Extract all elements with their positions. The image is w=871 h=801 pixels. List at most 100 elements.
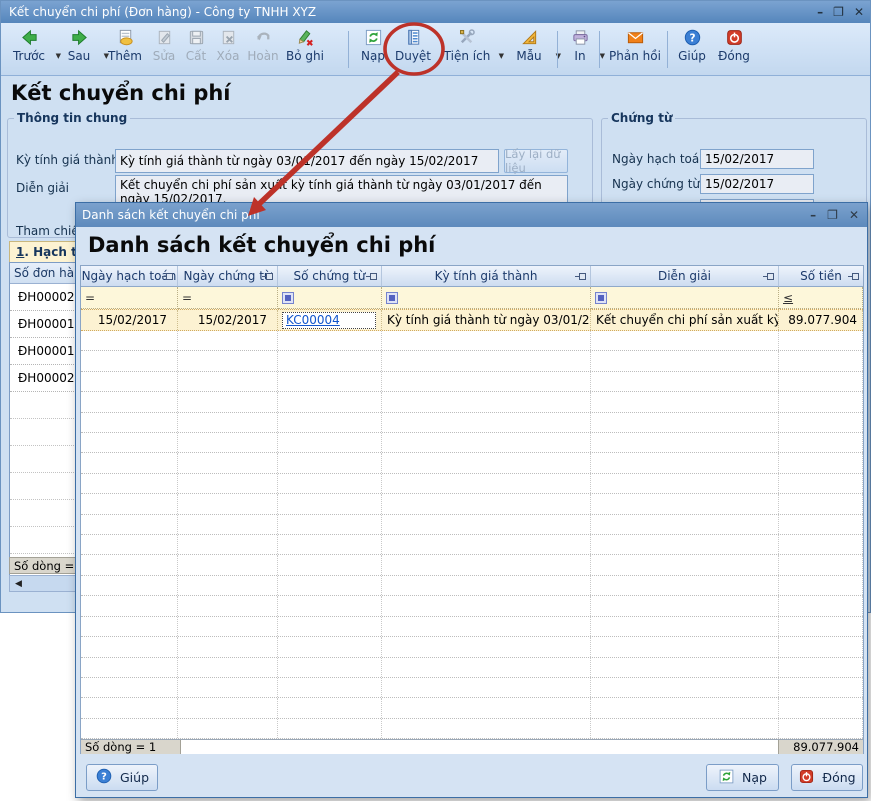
empty-cell: [591, 535, 779, 554]
pin-icon[interactable]: [370, 273, 377, 280]
grid-filter-row: = = ≤: [81, 287, 863, 309]
empty-cell: [81, 392, 178, 411]
column-header-posting-date[interactable]: Ngày hạch toán: [81, 266, 178, 287]
close-dialog-button[interactable]: Đóng: [791, 764, 863, 791]
pin-icon[interactable]: [579, 273, 586, 280]
reload-data-button[interactable]: Lấy lại dữ liệu: [504, 149, 568, 173]
column-header-voucher-date[interactable]: Ngày chứng từ: [178, 266, 278, 287]
filter-checkbox-icon[interactable]: [282, 292, 294, 304]
filter-voucher-no[interactable]: [278, 287, 382, 309]
empty-cell: [779, 372, 863, 391]
empty-cell: [81, 474, 178, 493]
column-header-amount[interactable]: Số tiền: [779, 266, 863, 287]
period-input[interactable]: Kỳ tính giá thành từ ngày 03/01/2017 đến…: [115, 149, 499, 173]
empty-row: [81, 515, 863, 535]
empty-cell: [779, 617, 863, 636]
power-icon: [725, 27, 744, 47]
close-icon[interactable]: ✕: [854, 1, 864, 23]
empty-cell: [178, 678, 278, 697]
scroll-left-icon[interactable]: ◀: [15, 579, 22, 589]
filter-period[interactable]: [382, 287, 591, 309]
toolbar-button-bo-ghi[interactable]: Bỏ ghi: [283, 27, 327, 73]
empty-row: [81, 372, 863, 392]
empty-cell: [178, 494, 278, 513]
empty-cell: [382, 515, 591, 534]
empty-cell: [278, 555, 382, 574]
help-icon: ?: [95, 767, 113, 788]
empty-row: [81, 555, 863, 575]
column-header-period[interactable]: Kỳ tính giá thành: [382, 266, 591, 287]
toolbar-button-phan-hoi[interactable]: Phản hồi: [605, 27, 665, 73]
empty-cell: [591, 555, 779, 574]
toolbar-button-mau[interactable]: Mẫu ▼: [504, 27, 554, 73]
empty-cell: [81, 433, 178, 452]
filter-checkbox-icon[interactable]: [595, 292, 607, 304]
empty-cell: [81, 331, 178, 350]
maximize-icon[interactable]: ❐: [827, 208, 838, 222]
cell-voucher-date[interactable]: 15/02/2017: [178, 310, 278, 330]
load-button[interactable]: Nạp: [706, 764, 779, 791]
toolbar-button-dong[interactable]: Đóng: [713, 27, 755, 73]
column-header-voucher-no[interactable]: Số chứng từ: [278, 266, 382, 287]
cell-period[interactable]: Kỳ tính giá thành từ ngày 03/01/2017 đ..…: [382, 310, 591, 330]
pin-icon[interactable]: [166, 273, 173, 280]
grid-data-row[interactable]: 15/02/2017 15/02/2017 KC00004 Kỳ tính gi…: [81, 309, 863, 331]
toolbar-button-truoc[interactable]: Trước ▼: [4, 27, 54, 73]
empty-row: [81, 392, 863, 412]
toolbar-button-duyet[interactable]: Duyệt: [392, 27, 434, 73]
empty-cell: [81, 617, 178, 636]
toolbar-button-nap[interactable]: Nạp: [355, 27, 391, 73]
cell-amount[interactable]: 89.077.904: [779, 310, 863, 330]
filter-posting-date[interactable]: =: [81, 287, 178, 309]
empty-cell: [278, 372, 382, 391]
toolbar-button-them[interactable]: Thêm: [105, 27, 145, 73]
edit-icon: [155, 27, 174, 47]
empty-cell: [178, 535, 278, 554]
toolbar-button-in[interactable]: In ▼: [562, 27, 598, 73]
filter-voucher-date[interactable]: =: [178, 287, 278, 309]
toolbar-button-cat: Cất: [181, 27, 211, 73]
empty-cell: [278, 351, 382, 370]
cell-description[interactable]: Kết chuyển chi phí sản xuất kỳ tín...: [591, 310, 779, 330]
pin-icon[interactable]: [767, 273, 774, 280]
help-button[interactable]: ? Giúp: [86, 764, 158, 791]
empty-cell: [779, 351, 863, 370]
minimize-icon[interactable]: –: [817, 1, 823, 23]
empty-cell: [278, 433, 382, 452]
column-header-description[interactable]: Diễn giải: [591, 266, 779, 287]
voucher-link-focus-box[interactable]: KC00004: [282, 312, 376, 329]
toolbar-button-giup[interactable]: ? Giúp: [673, 27, 711, 73]
posting-date-input[interactable]: 15/02/2017: [700, 149, 814, 169]
empty-cell: [278, 637, 382, 656]
power-icon: [798, 768, 815, 788]
pin-icon[interactable]: [266, 273, 273, 280]
empty-cell: [382, 392, 591, 411]
empty-cell: [178, 596, 278, 615]
close-icon[interactable]: ✕: [849, 208, 859, 222]
empty-cell: [382, 433, 591, 452]
minimize-icon[interactable]: –: [810, 208, 816, 222]
empty-cell: [779, 453, 863, 472]
voucher-date-input[interactable]: 15/02/2017: [700, 174, 814, 194]
empty-cell: [81, 351, 178, 370]
empty-cell: [382, 413, 591, 432]
empty-cell: [382, 494, 591, 513]
toolbar-button-tien-ich[interactable]: Tiện ích ▼: [437, 27, 497, 73]
page-title: Kết chuyển chi phí: [11, 81, 231, 105]
filter-description[interactable]: [591, 287, 779, 309]
voucher-link[interactable]: KC00004: [286, 313, 340, 327]
filter-checkbox-icon[interactable]: [386, 292, 398, 304]
delete-icon: [219, 27, 238, 47]
empty-cell: [779, 413, 863, 432]
empty-cell: [591, 576, 779, 595]
toolbar-button-sau[interactable]: Sau ▼: [56, 27, 102, 73]
cell-voucher-no[interactable]: KC00004: [278, 310, 382, 330]
cell-posting-date[interactable]: 15/02/2017: [81, 310, 178, 330]
filter-amount[interactable]: ≤: [779, 287, 863, 309]
maximize-icon[interactable]: ❐: [833, 1, 844, 23]
pin-icon[interactable]: [852, 273, 859, 280]
toolbar: Trước ▼ Sau ▼ Thêm Sửa Cất Xóa Hoàn: [1, 23, 870, 76]
empty-cell: [779, 474, 863, 493]
empty-row: [81, 617, 863, 637]
empty-cell: [779, 331, 863, 350]
